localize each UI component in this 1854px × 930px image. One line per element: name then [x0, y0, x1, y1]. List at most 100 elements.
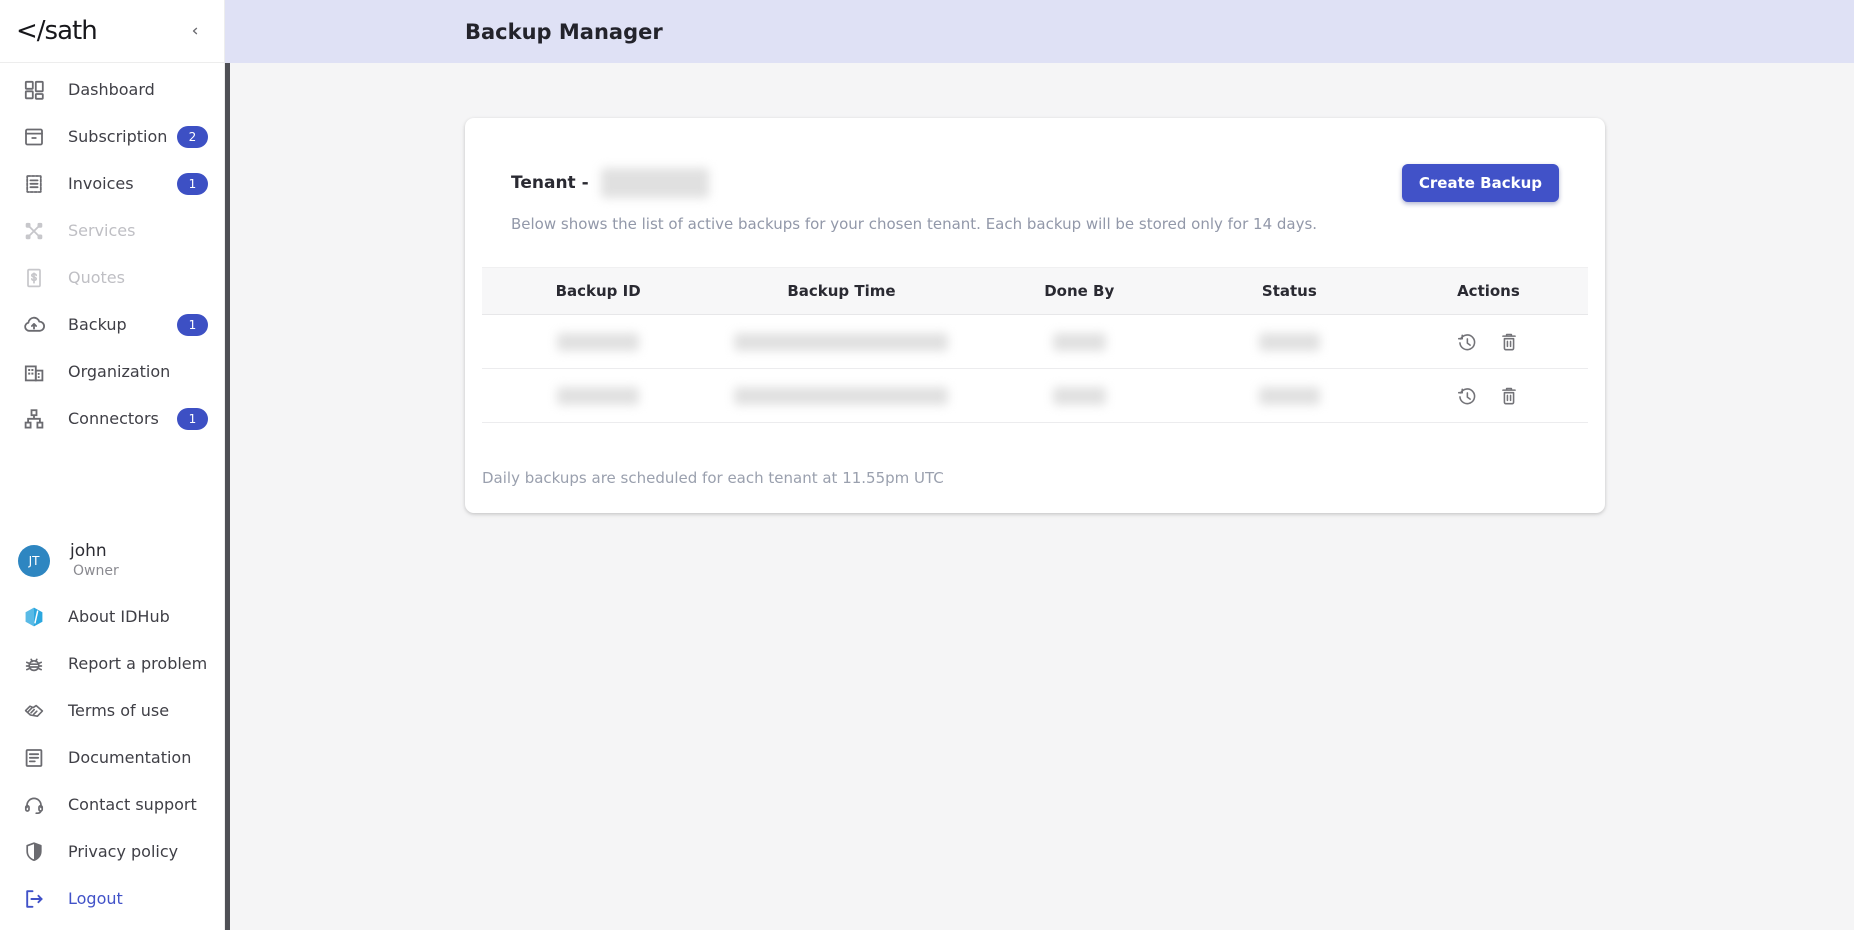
done-by-redacted [1052, 386, 1106, 405]
user-role: Owner [73, 563, 119, 579]
sidebar-item-services: Services [0, 207, 224, 254]
table-header-row: Backup ID Backup Time Done By Status Act… [482, 267, 1588, 315]
shield-icon [22, 840, 46, 864]
sidebar-item-connectors[interactable]: Connectors 1 [0, 395, 224, 442]
sidebar-item-label: Backup [68, 315, 127, 334]
restore-backup-button[interactable] [1453, 382, 1481, 410]
trash-icon [1498, 385, 1520, 407]
status-redacted [1258, 332, 1320, 351]
connectors-badge: 1 [177, 407, 208, 430]
restore-backup-button[interactable] [1453, 328, 1481, 356]
backups-table: Backup ID Backup Time Done By Status Act… [482, 267, 1588, 423]
user-block[interactable]: JT john Owner [0, 541, 224, 579]
content-area: Tenant - Create Backup Below shows the l… [225, 63, 1854, 930]
sidebar-scrollbar[interactable] [225, 63, 230, 930]
status-redacted [1258, 386, 1320, 405]
delete-backup-button[interactable] [1495, 382, 1523, 410]
sidebar-item-quotes: Quotes [0, 254, 224, 301]
avatar: JT [18, 545, 50, 577]
backup-schedule-note: Daily backups are scheduled for each ten… [482, 469, 944, 487]
bug-icon [22, 652, 46, 676]
sidebar-item-label: Contact support [68, 795, 197, 814]
backup-id-redacted [557, 332, 640, 351]
sidebar-item-logout[interactable]: Logout [0, 875, 224, 922]
restore-history-icon [1456, 331, 1478, 353]
page-title: Backup Manager [465, 19, 663, 44]
tenant-label: Tenant - [511, 173, 589, 193]
sidebar-item-label: Subscription [68, 127, 168, 146]
invoices-badge: 1 [177, 172, 208, 195]
column-header-backup-time: Backup Time [787, 282, 896, 300]
sidebar-item-invoices[interactable]: Invoices 1 [0, 160, 224, 207]
sidebar-item-label: About IDHub [68, 607, 170, 626]
sidebar-collapse-button[interactable] [184, 20, 206, 42]
main-area: Backup Manager Tenant - Create Backup Be… [225, 0, 1854, 930]
column-header-actions: Actions [1457, 282, 1520, 300]
user-name: john [70, 541, 107, 561]
restore-history-icon [1456, 385, 1478, 407]
delete-backup-button[interactable] [1495, 328, 1523, 356]
column-header-status: Status [1261, 282, 1317, 300]
sidebar-item-dashboard[interactable]: Dashboard [0, 66, 224, 113]
sidebar-item-label: Dashboard [68, 80, 155, 99]
table-row [482, 315, 1588, 369]
sidebar: </sath Dashboard Subscription 2 Invoices… [0, 0, 225, 930]
sidebar-item-label: Logout [68, 889, 123, 908]
backup-id-redacted [557, 386, 640, 405]
invoices-icon [22, 172, 46, 196]
sidebar-header: </sath [0, 0, 224, 63]
headset-icon [22, 793, 46, 817]
organization-icon [22, 360, 46, 384]
sidebar-item-privacy-policy[interactable]: Privacy policy [0, 828, 224, 875]
backup-badge: 1 [177, 313, 208, 336]
trash-icon [1498, 331, 1520, 353]
sath-logo-text: </sath [16, 16, 98, 46]
connectors-icon [22, 407, 46, 431]
sath-logo: </sath [16, 16, 98, 46]
sidebar-item-backup[interactable]: Backup 1 [0, 301, 224, 348]
sidebar-item-terms[interactable]: Terms of use [0, 687, 224, 734]
app-window: </sath Dashboard Subscription 2 Invoices… [0, 0, 1854, 930]
quotes-icon [22, 266, 46, 290]
sidebar-item-label: Organization [68, 362, 171, 381]
backup-manager-card: Tenant - Create Backup Below shows the l… [465, 118, 1605, 513]
table-row [482, 369, 1588, 423]
card-description: Below shows the list of active backups f… [511, 215, 1318, 233]
chevron-left-icon [188, 24, 202, 38]
document-icon [22, 746, 46, 770]
sidebar-item-subscription[interactable]: Subscription 2 [0, 113, 224, 160]
idhub-hexagon-icon [22, 605, 46, 629]
card-header: Tenant - Create Backup [465, 118, 1605, 202]
backup-time-redacted [734, 386, 949, 405]
sidebar-item-label: Terms of use [68, 701, 170, 720]
sidebar-item-organization[interactable]: Organization [0, 348, 224, 395]
sidebar-item-label: Documentation [68, 748, 192, 767]
sidebar-footer: About IDHub Report a problem Terms of us… [0, 593, 224, 930]
sidebar-item-label: Privacy policy [68, 842, 179, 861]
subscription-badge: 2 [177, 125, 208, 148]
tenant-name-redacted [600, 168, 709, 198]
backup-time-redacted [734, 332, 949, 351]
create-backup-button[interactable]: Create Backup [1401, 164, 1559, 202]
logout-icon [22, 887, 46, 911]
services-icon [22, 219, 46, 243]
sidebar-item-label: Invoices [68, 174, 134, 193]
column-header-done-by: Done By [1044, 282, 1115, 300]
tenant-title: Tenant - [511, 168, 709, 198]
sidebar-item-documentation[interactable]: Documentation [0, 734, 224, 781]
sidebar-item-label: Connectors [68, 409, 159, 428]
sidebar-nav: Dashboard Subscription 2 Invoices 1 Serv… [0, 63, 224, 442]
sidebar-item-contact-support[interactable]: Contact support [0, 781, 224, 828]
sidebar-item-label: Services [68, 221, 136, 240]
backup-cloud-icon [22, 313, 46, 337]
sidebar-item-about-idhub[interactable]: About IDHub [0, 593, 224, 640]
sidebar-item-label: Report a problem [68, 654, 208, 673]
topbar: Backup Manager [225, 0, 1854, 63]
handshake-icon [22, 699, 46, 723]
sidebar-item-label: Quotes [68, 268, 125, 287]
subscription-icon [22, 125, 46, 149]
column-header-backup-id: Backup ID [555, 282, 641, 300]
dashboard-icon [22, 78, 46, 102]
sidebar-item-report-problem[interactable]: Report a problem [0, 640, 224, 687]
done-by-redacted [1052, 332, 1106, 351]
